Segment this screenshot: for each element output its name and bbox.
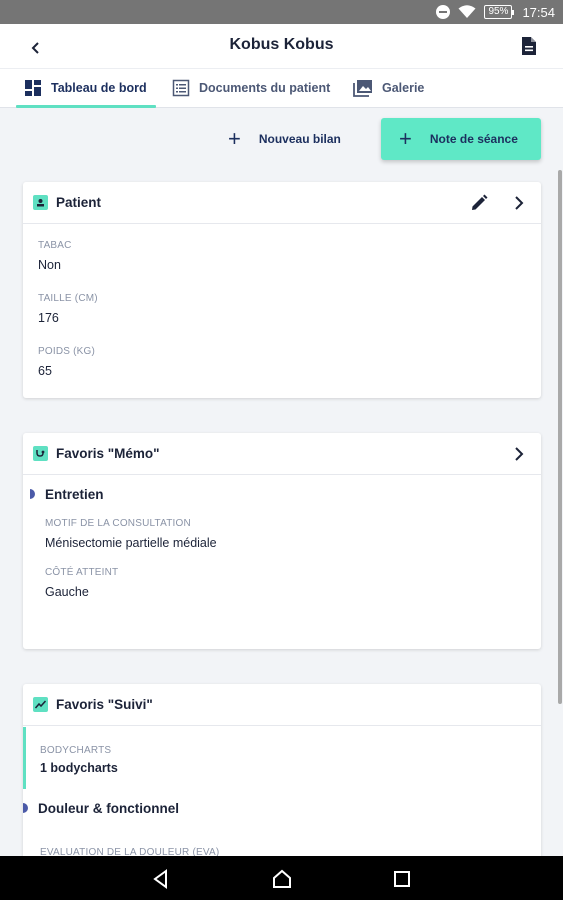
gallery-icon bbox=[353, 80, 372, 97]
suivi-card-header[interactable]: Favoris "Suivi" bbox=[23, 684, 541, 726]
tab-gallery[interactable]: Galerie bbox=[353, 69, 424, 107]
patient-card-header[interactable]: Patient bbox=[23, 182, 541, 224]
memo-card-title: Favoris "Mémo" bbox=[56, 446, 160, 461]
tab-dashboard[interactable]: Tableau de bord bbox=[24, 69, 147, 107]
session-note-button[interactable]: + Note de séance bbox=[381, 118, 541, 160]
bodycharts-accent-bar bbox=[23, 727, 26, 789]
section-interview: Entretien bbox=[30, 487, 104, 502]
tab-gallery-label: Galerie bbox=[382, 81, 425, 95]
scrollbar[interactable] bbox=[558, 170, 562, 704]
tab-bar: Tableau de bord Documents du patient Gal… bbox=[0, 68, 563, 108]
new-assessment-button[interactable]: + Nouveau bilan bbox=[228, 118, 368, 160]
page-title: Kobus Kobus bbox=[229, 36, 334, 53]
tab-dashboard-label: Tableau de bord bbox=[51, 81, 147, 95]
do-not-disturb-icon bbox=[436, 5, 451, 19]
field-tobacco: TABAC Non bbox=[38, 240, 72, 272]
active-tab-indicator bbox=[16, 105, 156, 108]
home-icon[interactable] bbox=[271, 868, 293, 890]
field-height: TAILLE (CM) 176 bbox=[38, 293, 98, 325]
patient-badge-icon bbox=[33, 195, 48, 210]
wifi-icon bbox=[458, 5, 476, 18]
suivi-card-title: Favoris "Suivi" bbox=[56, 697, 153, 712]
bodycharts-item[interactable]: BODYCHARTS 1 bodycharts bbox=[40, 745, 118, 775]
patient-document-button[interactable] bbox=[517, 34, 541, 58]
section-pain-function: Douleur & fonctionnel bbox=[23, 801, 179, 816]
memo-favorites-card: Favoris "Mémo" Entretien MOTIF DE LA CON… bbox=[23, 433, 541, 649]
battery-indicator: 95% bbox=[484, 5, 515, 19]
edit-pencil-icon[interactable] bbox=[469, 193, 489, 213]
document-list-icon bbox=[172, 79, 190, 97]
chevron-right-icon[interactable] bbox=[511, 195, 527, 211]
section-marker bbox=[23, 803, 28, 813]
app-bar: Kobus Kobus bbox=[0, 24, 563, 68]
field-weight: POIDS (KG) 65 bbox=[38, 346, 96, 378]
status-bar: 95% 17:54 bbox=[0, 0, 563, 24]
suivi-favorites-card: Favoris "Suivi" BODYCHARTS 1 bodycharts … bbox=[23, 684, 541, 884]
recent-apps-icon[interactable] bbox=[391, 868, 413, 890]
section-marker bbox=[30, 489, 35, 499]
memo-card-header[interactable]: Favoris "Mémo" bbox=[23, 433, 541, 475]
action-bar: + Nouveau bilan + Note de séance bbox=[0, 118, 563, 160]
stethoscope-icon bbox=[33, 446, 48, 461]
field-consultation-reason: MOTIF DE LA CONSULTATION Ménisectomie pa… bbox=[45, 518, 217, 550]
plus-icon: + bbox=[228, 126, 241, 151]
field-affected-side: CÔTÉ ATTEINT Gauche bbox=[45, 567, 119, 599]
dashboard-icon bbox=[25, 80, 41, 96]
tab-patient-documents-label: Documents du patient bbox=[199, 81, 331, 95]
session-note-label: Note de séance bbox=[429, 132, 518, 146]
back-triangle-icon[interactable] bbox=[150, 868, 172, 890]
plus-icon: + bbox=[399, 126, 412, 151]
trend-chart-icon bbox=[33, 697, 48, 712]
tab-patient-documents[interactable]: Documents du patient bbox=[172, 69, 330, 107]
new-assessment-label: Nouveau bilan bbox=[258, 132, 341, 146]
clock: 17:54 bbox=[522, 4, 555, 20]
patient-card-title: Patient bbox=[56, 195, 102, 210]
system-navigation-bar bbox=[0, 856, 563, 900]
chevron-right-icon[interactable] bbox=[511, 446, 527, 462]
patient-card: Patient TABAC Non TAILLE (CM) 176 POIDS … bbox=[23, 182, 541, 398]
document-icon bbox=[522, 37, 536, 55]
